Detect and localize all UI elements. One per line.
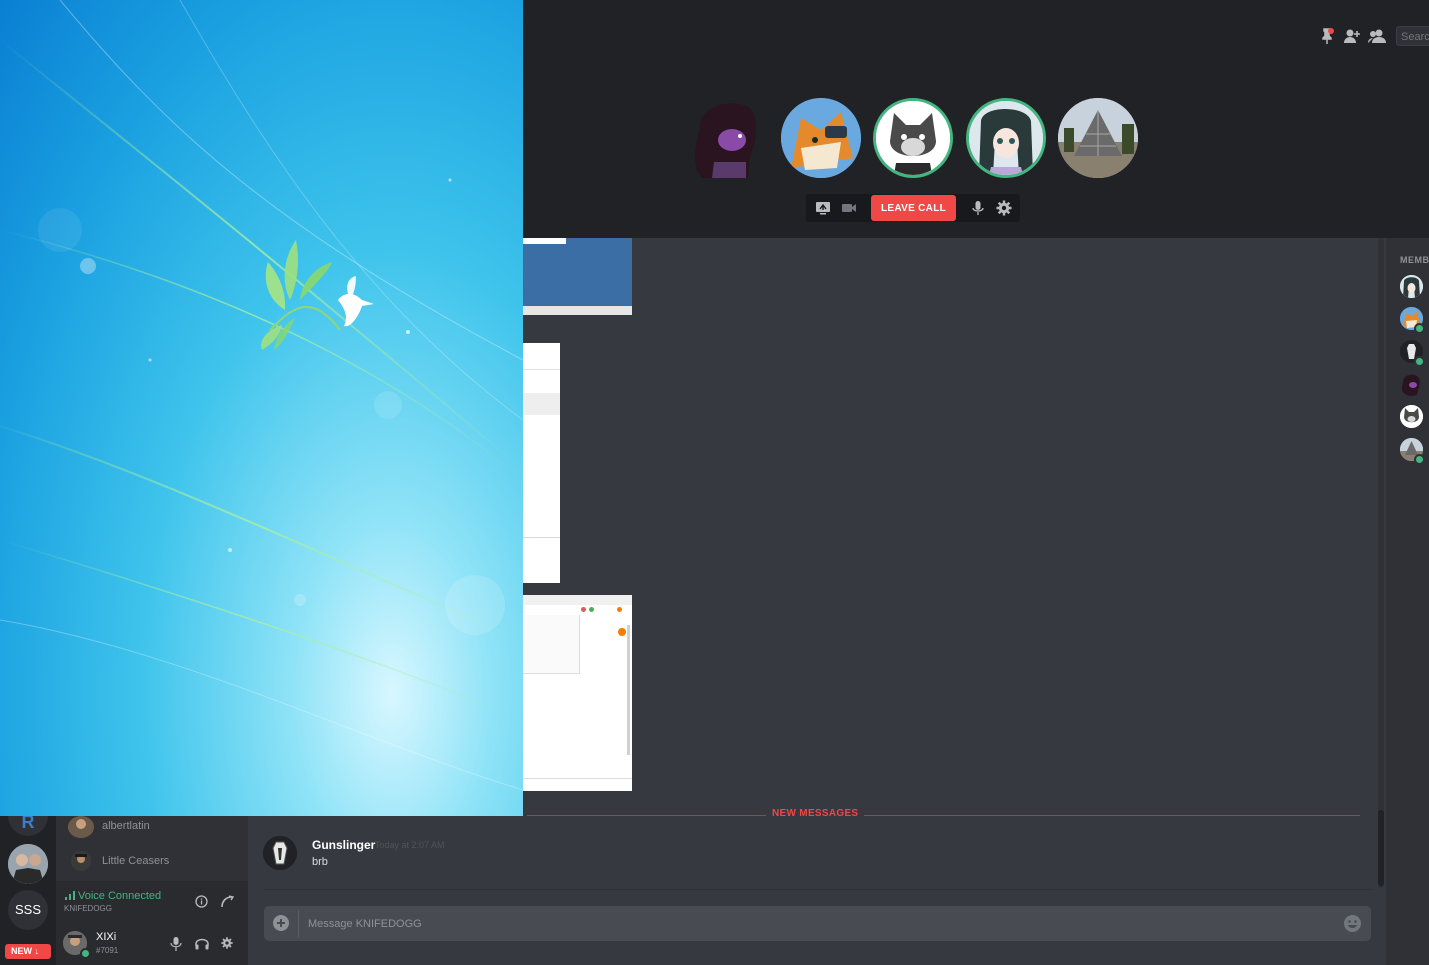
participant-avatar[interactable] xyxy=(966,98,1046,178)
voice-connection-panel: Voice Connected KNIFEDOGG xyxy=(56,881,248,924)
overlay-window[interactable] xyxy=(0,0,523,816)
user-settings-icon[interactable] xyxy=(221,937,233,949)
user-photo-image xyxy=(68,816,94,838)
message-avatar[interactable] xyxy=(263,836,297,870)
guild-photo-image xyxy=(8,844,48,884)
screen-share-icon[interactable] xyxy=(815,200,831,216)
username: XIXi xyxy=(96,931,117,943)
voice-channel-name: KNIFEDOGG xyxy=(64,904,113,913)
guild-icon[interactable]: R xyxy=(8,816,48,836)
user-discriminator: #7091 xyxy=(96,946,119,955)
anime-girl-image xyxy=(1400,275,1423,298)
chat-scrollbar-track[interactable] xyxy=(1378,238,1384,888)
new-messages-label: NEW MESSAGES xyxy=(766,808,865,819)
grey-wolf-image xyxy=(1400,405,1423,428)
disconnect-icon[interactable] xyxy=(220,895,234,909)
participant-avatar[interactable] xyxy=(1058,98,1138,178)
composer-divider xyxy=(298,910,299,937)
message-text: brb xyxy=(312,856,328,868)
online-status-dot xyxy=(1414,356,1425,367)
pin-icon[interactable] xyxy=(1318,27,1336,45)
member-avatar[interactable] xyxy=(1400,373,1423,396)
pyramid-photo-image xyxy=(1058,98,1138,178)
message-divider xyxy=(263,889,1373,890)
mic-icon[interactable] xyxy=(170,937,182,951)
online-status-dot xyxy=(1414,454,1425,465)
mic-icon[interactable] xyxy=(970,200,986,216)
search-input[interactable]: Search xyxy=(1396,26,1429,46)
online-status-dot xyxy=(1414,323,1425,334)
guild-sss[interactable]: SSS xyxy=(8,890,48,930)
online-status-dot xyxy=(80,948,91,959)
member-avatar[interactable] xyxy=(1400,275,1423,298)
voice-user-name[interactable]: albertlatin xyxy=(102,820,150,832)
grey-wolf-image xyxy=(876,101,950,175)
voice-user-avatar[interactable] xyxy=(68,816,94,838)
user-photo-image xyxy=(71,851,91,871)
new-unreads-badge[interactable]: NEW ↓ xyxy=(5,944,51,959)
add-friend-icon[interactable] xyxy=(1343,27,1361,45)
participant-avatar[interactable] xyxy=(873,98,953,178)
purple-character-image xyxy=(1402,374,1420,396)
participant-avatar[interactable] xyxy=(688,98,768,178)
chat-area xyxy=(523,238,1386,965)
upload-plus-icon[interactable] xyxy=(272,914,290,932)
signal-icon xyxy=(65,891,75,900)
voice-status[interactable]: Voice Connected xyxy=(78,890,161,902)
message-timestamp: Today at 2:07 AM xyxy=(375,840,445,850)
guild-icon[interactable] xyxy=(8,844,48,884)
coffin-avatar-image xyxy=(263,836,297,870)
user-panel: XIXi #7091 xyxy=(56,923,248,965)
image-attachment[interactable] xyxy=(523,595,632,791)
member-avatar[interactable] xyxy=(1400,405,1423,428)
emoji-icon[interactable] xyxy=(1343,914,1362,933)
leave-call-button[interactable]: LEAVE CALL xyxy=(871,195,956,221)
anime-girl-image xyxy=(969,101,1043,175)
info-icon[interactable] xyxy=(195,895,208,908)
arrow-down-icon: ↓ xyxy=(34,946,40,956)
image-attachment[interactable] xyxy=(523,343,560,583)
message-author[interactable]: Gunslinger xyxy=(312,838,375,852)
purple-character-image xyxy=(695,103,757,178)
settings-icon[interactable] xyxy=(996,200,1012,216)
headphones-icon[interactable] xyxy=(195,937,209,950)
video-icon[interactable] xyxy=(841,200,857,216)
participant-avatar[interactable] xyxy=(781,98,861,178)
chat-scrollbar-thumb[interactable] xyxy=(1378,810,1384,886)
voice-user-name[interactable]: Little Ceasers xyxy=(102,855,169,867)
wallpaper-image xyxy=(0,0,523,791)
new-badge-label: NEW xyxy=(11,946,32,956)
fox-pilot-image xyxy=(781,98,861,178)
voice-user-avatar[interactable] xyxy=(71,851,91,871)
new-messages-divider xyxy=(527,815,1360,816)
members-icon[interactable] xyxy=(1368,27,1386,45)
image-attachment[interactable] xyxy=(523,238,632,315)
members-header: MEMBERS xyxy=(1400,255,1429,265)
message-input[interactable] xyxy=(306,913,1330,935)
